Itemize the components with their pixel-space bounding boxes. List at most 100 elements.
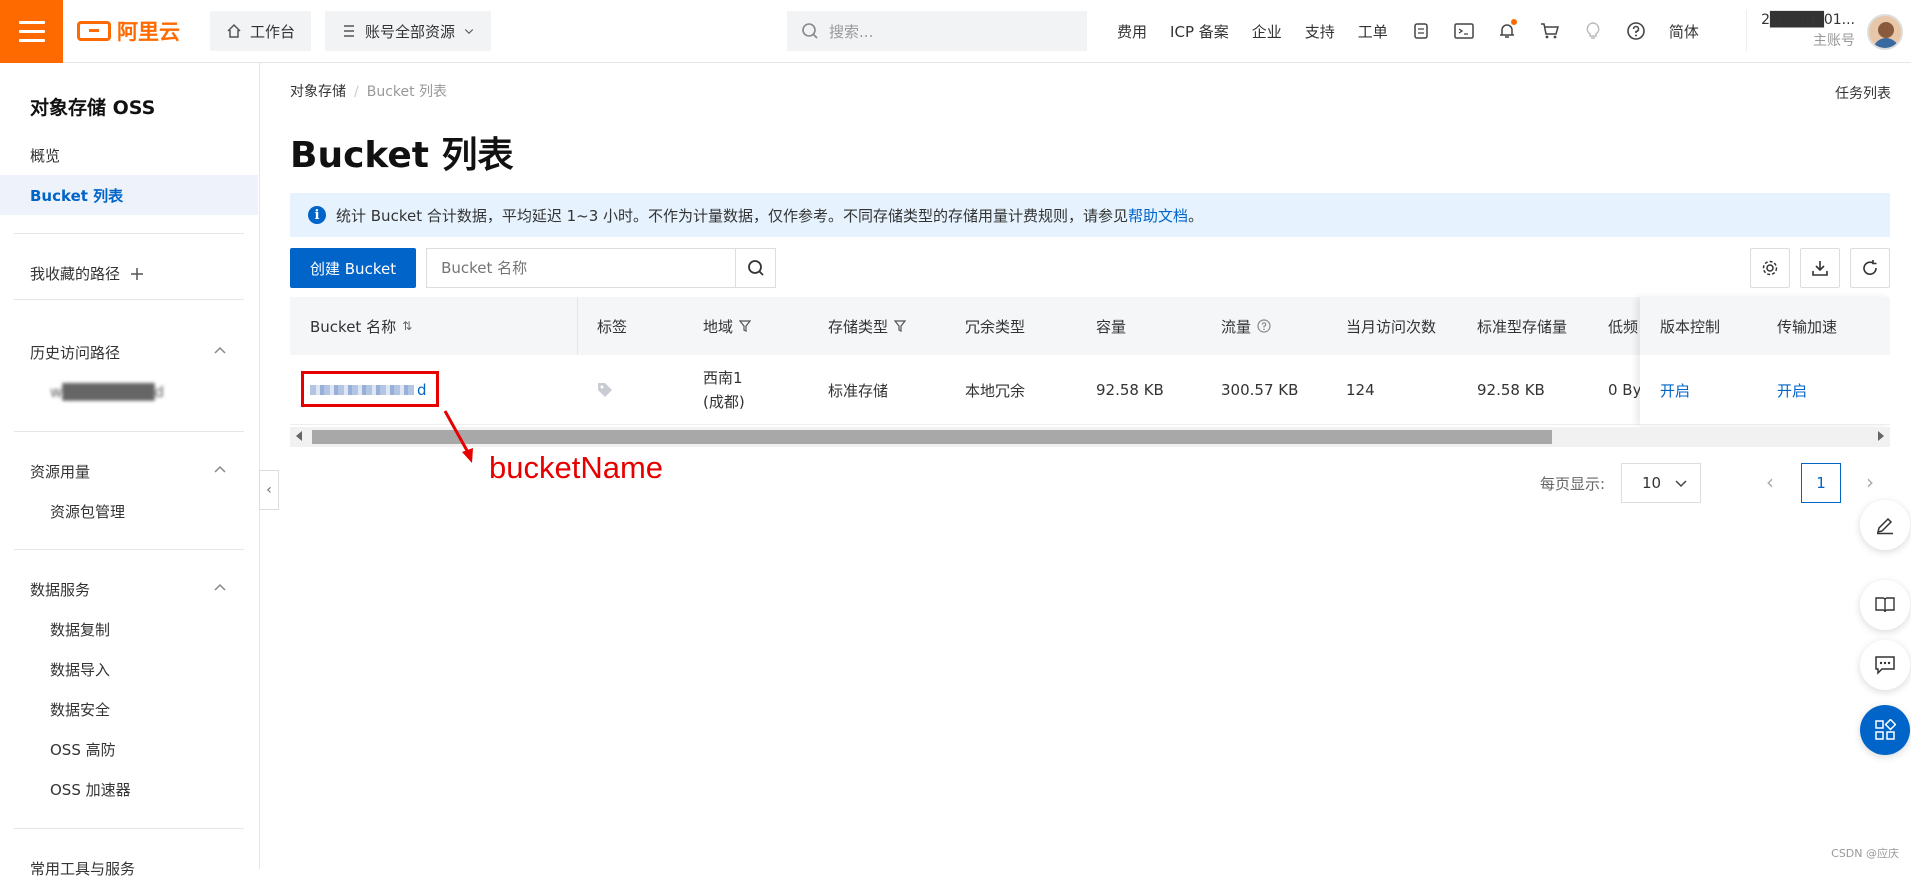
sidebar-data-services[interactable]: 数据服务 (30, 579, 90, 600)
history-path-item[interactable]: w████████d (50, 383, 164, 401)
account-type: 主账号 (1761, 31, 1855, 52)
bucket-search-button[interactable] (735, 249, 775, 287)
aliyun-logo-icon (77, 21, 111, 41)
sidebar-item-overview[interactable]: 概览 (30, 145, 60, 166)
bucket-name-suffix: d (417, 381, 427, 399)
scroll-right-arrow[interactable] (1878, 431, 1884, 441)
standard-storage-cell: 92.58 KB (1477, 355, 1545, 425)
page-title: Bucket 列表 (290, 126, 514, 178)
region-cell: 西南1 (成都) (703, 355, 745, 425)
hamburger-menu-button[interactable] (0, 0, 63, 63)
tag-cell[interactable] (597, 355, 613, 425)
avatar[interactable] (1867, 14, 1903, 50)
annotation-label: bucketName (489, 450, 663, 486)
col-standard-storage: 标准型存储量 (1477, 297, 1567, 355)
col-region[interactable]: 地域 (703, 297, 751, 355)
help-doc-link[interactable]: 帮助文档 (1128, 207, 1188, 225)
cart-icon[interactable] (1540, 21, 1560, 41)
page-number-button[interactable]: 1 (1801, 463, 1841, 503)
next-page-button[interactable]: › (1858, 470, 1882, 494)
info-icon: i (308, 206, 326, 224)
create-bucket-button[interactable]: 创建 Bucket (290, 248, 416, 288)
sidebar: 对象存储 OSS 概览 Bucket 列表 我收藏的路径 历史访问路径 w███… (0, 63, 260, 869)
col-monthly-visits: 当月访问次数 (1346, 297, 1436, 355)
terminal-icon[interactable] (1454, 21, 1474, 41)
account-menu[interactable]: 2█████01... 主账号 (1746, 10, 1855, 52)
task-list-link[interactable]: 任务列表 (1835, 83, 1891, 103)
acceleration-link[interactable]: 开启 (1777, 355, 1807, 425)
bucket-name-link[interactable]: d (310, 355, 427, 425)
sidebar-item-data-replication[interactable]: 数据复制 (50, 619, 110, 640)
page-size-label: 每页显示: (1540, 473, 1605, 494)
sidebar-history[interactable]: 历史访问路径 (30, 342, 120, 363)
export-button[interactable] (1800, 248, 1840, 288)
workbench-button[interactable]: 工作台 (210, 11, 311, 51)
chevron-up-icon[interactable] (214, 582, 226, 594)
apps-button[interactable] (1860, 705, 1910, 755)
gear-icon (1761, 259, 1779, 277)
table-horizontal-scrollbar[interactable] (290, 427, 1890, 447)
sidebar-divider (14, 233, 244, 234)
language-switch[interactable]: 简体 (1669, 21, 1699, 42)
sidebar-item-resource-package[interactable]: 资源包管理 (50, 501, 125, 522)
redundancy-cell: 本地冗余 (965, 355, 1025, 425)
feedback-edit-button[interactable] (1860, 500, 1910, 550)
help-icon[interactable] (1626, 21, 1646, 41)
tag-icon[interactable] (597, 382, 613, 398)
aliyun-logo[interactable]: 阿里云 (77, 16, 180, 46)
sidebar-item-oss-ddos[interactable]: OSS 高防 (50, 739, 116, 760)
breadcrumb-root[interactable]: 对象存储 (290, 84, 346, 100)
chevron-up-icon[interactable] (214, 345, 226, 357)
top-link-fees[interactable]: 费用 (1117, 21, 1147, 42)
sidebar-item-bucket-list[interactable]: Bucket 列表 (0, 175, 258, 215)
col-bucket-name[interactable]: Bucket 名称⇅ (310, 297, 412, 355)
docs-button[interactable] (1860, 580, 1910, 630)
watermark: CSDN @应庆 (1831, 845, 1899, 861)
col-versioning: 版本控制 (1660, 297, 1720, 355)
scrollbar-thumb[interactable] (312, 430, 1552, 444)
refresh-button[interactable] (1850, 248, 1890, 288)
top-link-support[interactable]: 支持 (1305, 21, 1335, 42)
sidebar-favorites[interactable]: 我收藏的路径 (30, 263, 144, 284)
bell-icon[interactable] (1497, 21, 1517, 41)
top-link-enterprise[interactable]: 企业 (1252, 21, 1282, 42)
col-storage-class[interactable]: 存储类型 (828, 297, 906, 355)
prev-page-button[interactable]: ‹ (1758, 470, 1782, 494)
page-size-select[interactable]: 10 (1621, 463, 1701, 503)
visits-cell: 124 (1346, 355, 1375, 425)
filter-icon[interactable] (739, 320, 751, 332)
resources-dropdown[interactable]: 账号全部资源 (325, 11, 491, 51)
settings-button[interactable] (1750, 248, 1790, 288)
chevron-down-icon (463, 25, 475, 37)
sidebar-divider (14, 431, 244, 432)
sidebar-item-data-import[interactable]: 数据导入 (50, 659, 110, 680)
col-transfer-acceleration: 传输加速 (1777, 297, 1837, 355)
chat-button[interactable] (1860, 640, 1910, 690)
versioning-link[interactable]: 开启 (1660, 355, 1690, 425)
top-link-ticket[interactable]: 工单 (1358, 21, 1388, 42)
download-icon (1811, 259, 1829, 277)
sidebar-item-oss-accelerator[interactable]: OSS 加速器 (50, 779, 131, 800)
search-icon (801, 22, 819, 40)
plus-icon[interactable] (130, 267, 144, 281)
global-search-input[interactable]: 搜索... (787, 11, 1087, 51)
sidebar-usage[interactable]: 资源用量 (30, 461, 90, 482)
annotation-arrow (440, 408, 480, 468)
help-icon[interactable] (1257, 319, 1271, 333)
bucket-search-input[interactable] (427, 249, 735, 287)
col-traffic: 流量 (1221, 297, 1271, 355)
sort-icon[interactable]: ⇅ (402, 319, 412, 333)
workbench-label: 工作台 (250, 21, 295, 42)
col-capacity: 容量 (1096, 297, 1126, 355)
lightbulb-icon[interactable] (1583, 21, 1603, 41)
col-low-frequency: 低频 (1608, 297, 1640, 355)
sidebar-item-data-security[interactable]: 数据安全 (50, 699, 110, 720)
filter-icon[interactable] (894, 320, 906, 332)
region-city: (成都) (703, 390, 745, 414)
favorites-label: 我收藏的路径 (30, 263, 120, 284)
sidebar-collapse-button[interactable]: ‹ (259, 470, 279, 510)
app-icon[interactable] (1411, 21, 1431, 41)
scroll-left-arrow[interactable] (296, 431, 302, 441)
top-link-icp[interactable]: ICP 备案 (1170, 21, 1229, 42)
chevron-up-icon[interactable] (214, 464, 226, 476)
